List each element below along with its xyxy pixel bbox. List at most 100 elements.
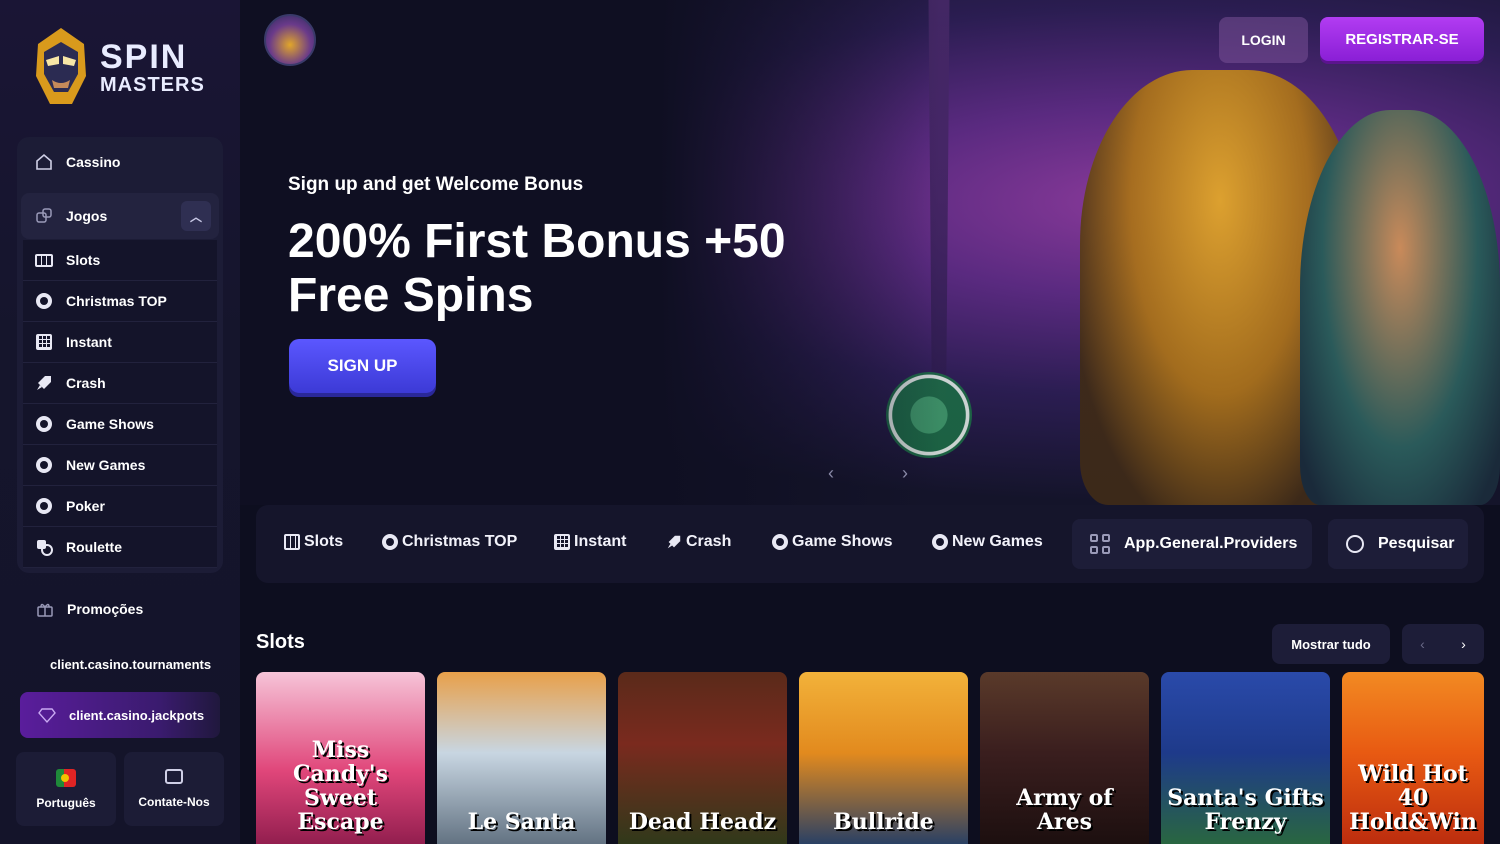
chevron-up-icon: ︿ — [189, 209, 202, 224]
chip-icon — [932, 534, 948, 550]
sidebar-item-label: Slots — [66, 252, 101, 268]
category-label: Instant — [574, 533, 627, 550]
nav-jogos[interactable]: Jogos ︿ — [21, 193, 219, 239]
chip-icon — [772, 534, 788, 550]
category-label: New Games — [952, 533, 1043, 550]
game-title: Bullride — [833, 809, 934, 835]
carousel-arrows: ‹ › — [1402, 624, 1484, 664]
language-label: Português — [36, 795, 96, 810]
nav-promocoes[interactable]: Promoções — [36, 600, 143, 618]
hero-prev-arrow[interactable]: ‹ — [828, 463, 834, 484]
rocket-icon — [667, 535, 681, 549]
sidebar-item-label: Poker — [66, 498, 105, 514]
login-button[interactable]: LOGIN — [1219, 17, 1308, 63]
diamond-icon — [38, 708, 56, 724]
collapse-button[interactable]: ︿ — [181, 201, 211, 231]
chat-icon — [165, 769, 183, 784]
category-instant[interactable]: Instant — [554, 533, 626, 551]
category-label: Game Shows — [792, 533, 893, 550]
sidebar-item-label: Instant — [66, 334, 112, 350]
user-avatar[interactable] — [264, 14, 316, 66]
nav-jackpots-label: client.casino.jackpots — [69, 707, 205, 723]
gift-icon — [37, 603, 53, 617]
chip-icon — [36, 498, 52, 514]
hero-next-arrow[interactable]: › — [902, 463, 908, 484]
hero-subtitle: Sign up and get Welcome Bonus — [288, 174, 584, 195]
portugal-flag-icon — [56, 768, 76, 787]
nav-promocoes-label: Promoções — [67, 601, 144, 617]
sidebar-item-instant[interactable]: Instant — [23, 322, 217, 363]
game-title: Dead Headz — [628, 809, 777, 835]
sidebar: SPIN MASTERS Cassino Jogos ︿ Slots Chris… — [0, 0, 240, 844]
category-new-games[interactable]: New Games — [932, 533, 1043, 551]
rocket-icon — [37, 376, 51, 390]
game-title: Santa's Gifts Frenzy — [1167, 785, 1324, 835]
chip-icon — [36, 293, 52, 309]
hero-title: 200% First Bonus +50 Free Spins — [288, 215, 786, 322]
providers-button[interactable]: App.General.Providers — [1072, 519, 1312, 569]
hero-banner[interactable]: LOGIN REGISTRAR-SE Sign up and get Welco… — [240, 0, 1500, 505]
category-label: Slots — [304, 533, 344, 550]
game-tile[interactable]: Army of Ares — [980, 672, 1149, 844]
sidebar-item-label: Roulette — [66, 539, 122, 555]
home-icon — [36, 153, 52, 170]
nav-cassino[interactable]: Cassino — [17, 137, 223, 187]
sidebar-item-roulette[interactable]: Roulette — [23, 527, 217, 568]
game-tile[interactable]: Dead Headz — [618, 672, 787, 844]
nav-jackpots[interactable]: client.casino.jackpots — [20, 692, 220, 738]
signup-button[interactable]: SIGN UP — [289, 339, 436, 393]
grid-icon — [554, 534, 570, 550]
nav-cassino-label: Cassino — [66, 154, 121, 170]
spin-masters-logo[interactable]: SPIN MASTERS — [28, 26, 218, 110]
grid-icon — [36, 334, 52, 350]
logo-text-masters: MASTERS — [100, 74, 205, 96]
sidebar-item-game-shows[interactable]: Game Shows — [23, 404, 217, 445]
section-title: Slots — [256, 631, 305, 653]
carousel-prev-button[interactable]: ‹ — [1402, 624, 1443, 664]
sidebar-item-new-games[interactable]: New Games — [23, 445, 217, 486]
language-button[interactable]: Português — [16, 752, 116, 826]
sidebar-item-crash[interactable]: Crash — [23, 363, 217, 404]
search-button[interactable]: Pesquisar — [1328, 519, 1468, 569]
category-bar: Slots Christmas TOP Instant Crash Game S… — [256, 505, 1484, 583]
hero-mask-icon — [36, 28, 86, 104]
game-title: Wild Hot 40 Hold&Win — [1349, 761, 1477, 835]
sidebar-item-label: Game Shows — [66, 416, 154, 432]
category-slots[interactable]: Slots — [284, 533, 343, 551]
sidebar-item-label: New Games — [66, 457, 146, 473]
category-crash[interactable]: Crash — [666, 533, 731, 551]
chip-icon — [36, 457, 52, 473]
category-label: Crash — [686, 533, 732, 550]
carousel-next-button[interactable]: › — [1443, 624, 1484, 664]
sidebar-item-slots[interactable]: Slots — [23, 240, 217, 281]
game-title: Miss Candy's Sweet Escape — [292, 737, 389, 835]
game-tile[interactable]: Santa's Gifts Frenzy — [1161, 672, 1330, 844]
game-tile[interactable]: Le Santa — [437, 672, 606, 844]
logo-text-spin: SPIN — [100, 38, 188, 76]
dice-icon — [36, 208, 52, 223]
sidebar-item-poker[interactable]: Poker — [23, 486, 217, 527]
sidebar-item-christmas-top[interactable]: Christmas TOP — [23, 281, 217, 322]
sidebar-item-label: Christmas TOP — [66, 293, 167, 309]
nav-card: Cassino Jogos ︿ Slots Christmas TOP Inst… — [17, 137, 223, 573]
nav-tournaments[interactable]: client.casino.tournaments — [50, 657, 211, 672]
contact-label: Contate-Nos — [138, 795, 210, 809]
sidebar-item-label: Crash — [66, 375, 106, 391]
chip-icon — [36, 416, 52, 432]
nav-jogos-label: Jogos — [66, 208, 108, 224]
show-all-button[interactable]: Mostrar tudo — [1272, 624, 1390, 664]
grid-icon — [1090, 534, 1110, 554]
search-label: Pesquisar — [1378, 535, 1455, 552]
category-game-shows[interactable]: Game Shows — [772, 533, 892, 551]
game-tile[interactable]: Miss Candy's Sweet Escape — [256, 672, 425, 844]
contact-button[interactable]: Contate-Nos — [124, 752, 224, 826]
category-label: Christmas TOP — [402, 533, 518, 550]
category-christmas-top[interactable]: Christmas TOP — [382, 533, 517, 551]
register-button[interactable]: REGISTRAR-SE — [1320, 17, 1484, 61]
game-title: Army of Ares — [1016, 785, 1113, 835]
game-tile[interactable]: Wild Hot 40 Hold&Win — [1342, 672, 1484, 844]
slots-icon — [284, 534, 300, 550]
adventurer-illustration — [1300, 110, 1500, 505]
game-tile[interactable]: Bullride — [799, 672, 968, 844]
games-carousel: Miss Candy's Sweet Escape Le Santa Dead … — [256, 672, 1484, 844]
